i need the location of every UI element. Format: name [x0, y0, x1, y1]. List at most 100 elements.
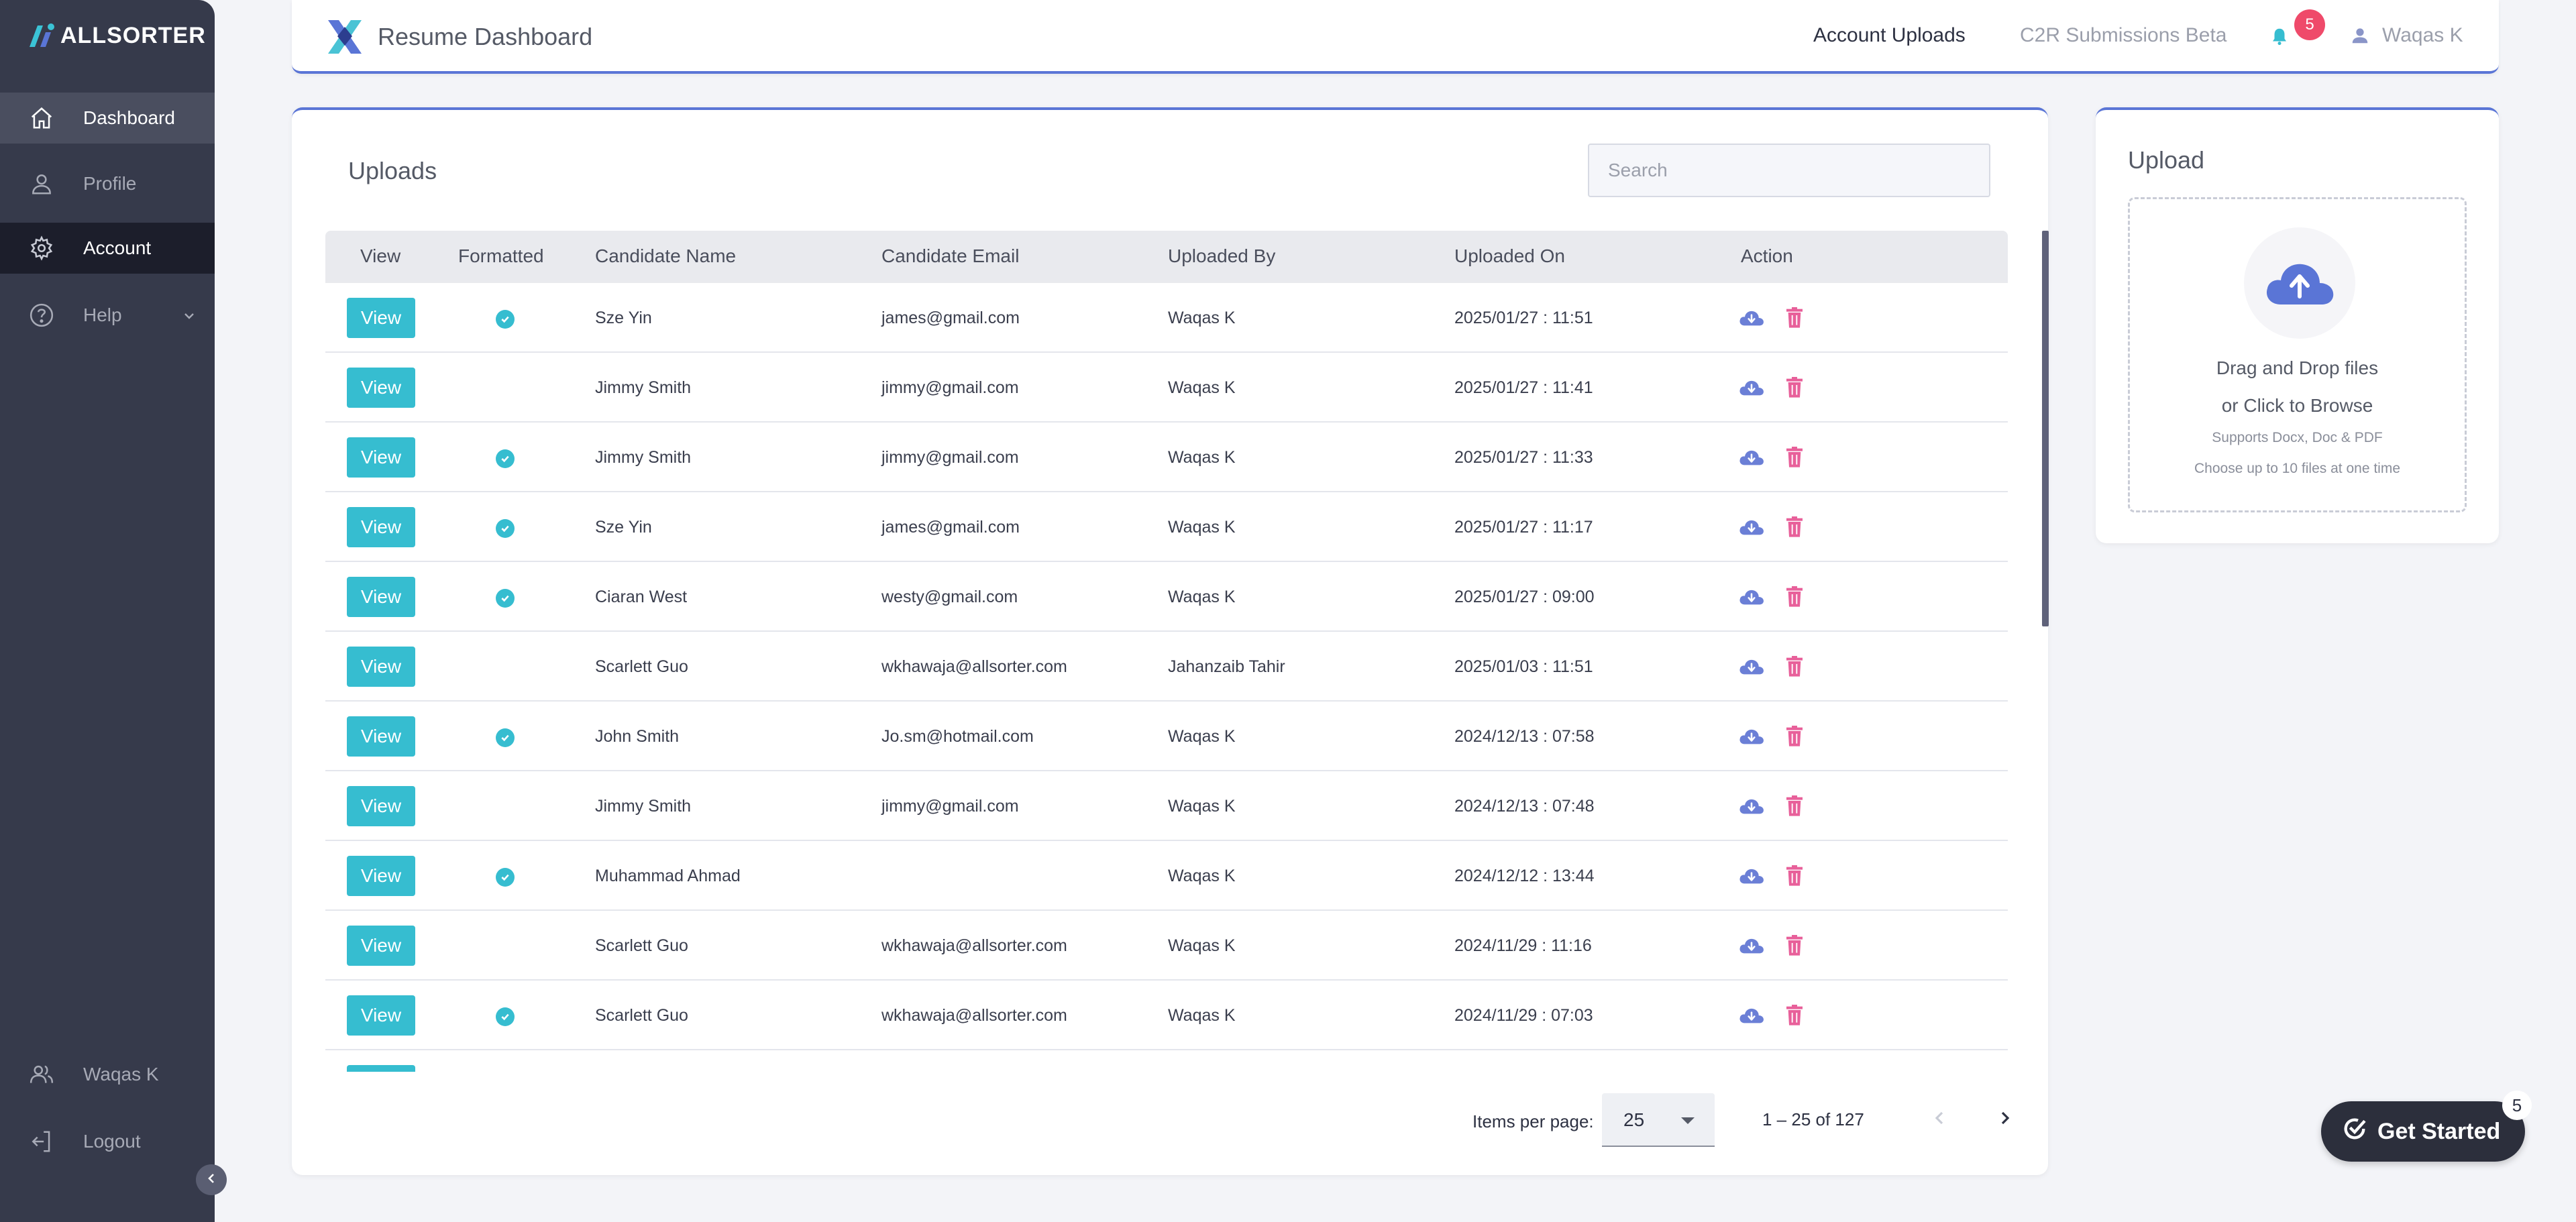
nav-account-uploads[interactable]: Account Uploads	[1813, 24, 1966, 47]
download-icon[interactable]	[1738, 795, 1765, 820]
view-button[interactable]: View	[347, 786, 415, 826]
uploaded-by-cell: Waqas K	[1168, 1006, 1236, 1025]
formatted-check-icon	[496, 589, 515, 608]
delete-icon[interactable]	[1785, 377, 1804, 402]
table-row: View Scarlett Guo wkhawaja@allsorter.com Wa…	[325, 981, 2008, 1050]
candidate-name-cell: John Smith	[595, 727, 680, 746]
uploaded-on-cell: 2024/12/13 : 07:58	[1454, 727, 1595, 746]
delete-icon[interactable]	[1785, 586, 1804, 611]
collapse-sidebar-button[interactable]	[196, 1164, 227, 1195]
view-button[interactable]: View	[347, 716, 415, 757]
download-icon[interactable]	[1738, 865, 1765, 890]
download-icon[interactable]	[1738, 307, 1765, 332]
logout-label: Logout	[83, 1131, 141, 1152]
uploaded-on-cell: 2025/01/27 : 09:00	[1454, 588, 1595, 606]
items-per-page-value: 25	[1623, 1109, 1645, 1130]
get-started-button[interactable]: Get Started	[2321, 1101, 2525, 1162]
uploads-card: Uploads View Formatted Candidate Name Ca…	[292, 107, 2049, 1175]
table-header: View Formatted Candidate Name Candidate …	[325, 231, 2008, 283]
candidate-name-cell: Jimmy Smith	[595, 797, 692, 816]
sidebar-item-help[interactable]: Help	[0, 290, 215, 341]
table-row: View	[325, 1050, 2008, 1072]
delete-icon[interactable]	[1785, 865, 1804, 890]
search-input[interactable]	[1588, 144, 1990, 197]
candidate-name-cell: Sze Yin	[595, 518, 652, 537]
candidate-email-cell: jimmy@gmail.com	[881, 448, 1019, 467]
view-button[interactable]: View	[347, 298, 415, 338]
view-button[interactable]: View	[347, 368, 415, 408]
dropzone-file-limit: Choose up to 10 files at one time	[2194, 461, 2401, 476]
next-page-button[interactable]	[1994, 1107, 2016, 1132]
delete-icon[interactable]	[1785, 516, 1804, 541]
view-button[interactable]: View	[347, 507, 415, 547]
gear-icon	[28, 235, 55, 262]
uploaded-by-cell: Waqas K	[1168, 518, 1236, 537]
formatted-check-icon	[496, 1007, 515, 1026]
brand-logo[interactable]: ALLSORTER	[27, 20, 206, 51]
delete-icon[interactable]	[1785, 935, 1804, 960]
user-icon	[2350, 25, 2370, 49]
table-row: View Jimmy Smith jimmy@gmail.com Waqas K 202…	[325, 353, 2008, 423]
nav-c2r-submissions[interactable]: C2R Submissions Beta	[2020, 24, 2226, 47]
sidebar-item-dashboard[interactable]: Dashboard	[0, 93, 215, 144]
download-icon[interactable]	[1738, 726, 1765, 751]
uploaded-by-cell: Waqas K	[1168, 309, 1236, 327]
download-icon[interactable]	[1738, 656, 1765, 681]
download-icon[interactable]	[1738, 516, 1765, 541]
view-button[interactable]: View	[347, 1065, 415, 1072]
chevron-down-icon	[181, 307, 197, 329]
formatted-check-icon	[496, 310, 515, 329]
cloud-upload-icon	[2244, 227, 2355, 339]
sidebar-item-label: Help	[83, 304, 122, 325]
view-button[interactable]: View	[347, 926, 415, 966]
delete-icon[interactable]	[1785, 795, 1804, 820]
column-header-candidate-email: Candidate Email	[881, 245, 1020, 266]
table-scrollbar[interactable]	[2042, 231, 2049, 626]
pagination-range: 1 – 25 of 127	[1762, 1109, 1864, 1129]
uploaded-by-cell: Waqas K	[1168, 867, 1236, 885]
app-logo-icon[interactable]	[324, 16, 366, 61]
table-row: View John Smith Jo.sm@hotmail.com Waqas K 20…	[325, 702, 2008, 771]
view-button[interactable]: View	[347, 577, 415, 617]
dropzone-browse-text: or Click to Browse	[2221, 395, 2373, 416]
formatted-check-icon	[496, 728, 515, 747]
items-per-page-select[interactable]: 25	[1602, 1093, 1715, 1147]
header-user-name[interactable]: Waqas K	[2382, 24, 2463, 47]
download-icon[interactable]	[1738, 377, 1765, 402]
download-icon[interactable]	[1738, 586, 1765, 611]
person-icon	[28, 170, 55, 197]
delete-icon[interactable]	[1785, 1005, 1804, 1030]
candidate-email-cell: wkhawaja@allsorter.com	[881, 657, 1067, 676]
uploaded-on-cell: 2024/12/13 : 07:48	[1454, 797, 1595, 816]
delete-icon[interactable]	[1785, 307, 1804, 332]
logout-button[interactable]: Logout	[0, 1116, 215, 1167]
view-button[interactable]: View	[347, 437, 415, 478]
sidebar-item-profile[interactable]: Profile	[0, 158, 215, 209]
logout-icon	[28, 1128, 55, 1155]
uploaded-on-cell: 2025/01/27 : 11:33	[1454, 448, 1593, 467]
sidebar-item-account[interactable]: Account	[0, 223, 215, 274]
uploaded-on-cell: 2024/12/12 : 13:44	[1454, 867, 1595, 885]
download-icon[interactable]	[1738, 935, 1765, 960]
uploaded-on-cell: 2024/11/29 : 11:16	[1454, 936, 1592, 955]
uploaded-by-cell: Waqas K	[1168, 448, 1236, 467]
file-dropzone[interactable]: Drag and Drop files or Click to Browse S…	[2128, 197, 2467, 512]
delete-icon[interactable]	[1785, 656, 1804, 681]
view-button[interactable]: View	[347, 647, 415, 687]
page-title: Resume Dashboard	[378, 23, 593, 50]
bell-icon[interactable]	[2269, 25, 2290, 50]
sidebar-user-name: Waqas K	[83, 1064, 159, 1085]
view-button[interactable]: View	[347, 995, 415, 1036]
delete-icon[interactable]	[1785, 726, 1804, 751]
delete-icon[interactable]	[1785, 447, 1804, 471]
view-button[interactable]: View	[347, 856, 415, 896]
dropzone-supported-formats: Supports Docx, Doc & PDF	[2212, 430, 2383, 445]
download-icon[interactable]	[1738, 1005, 1765, 1030]
candidate-email-cell: jimmy@gmail.com	[881, 797, 1019, 816]
download-icon[interactable]	[1738, 447, 1765, 471]
previous-page-button[interactable]	[1929, 1107, 1950, 1132]
sidebar-user[interactable]: Waqas K	[0, 1049, 215, 1100]
candidate-name-cell: Ciaran West	[595, 588, 688, 606]
candidate-email-cell: Jo.sm@hotmail.com	[881, 727, 1034, 746]
candidate-email-cell: westy@gmail.com	[881, 588, 1018, 606]
